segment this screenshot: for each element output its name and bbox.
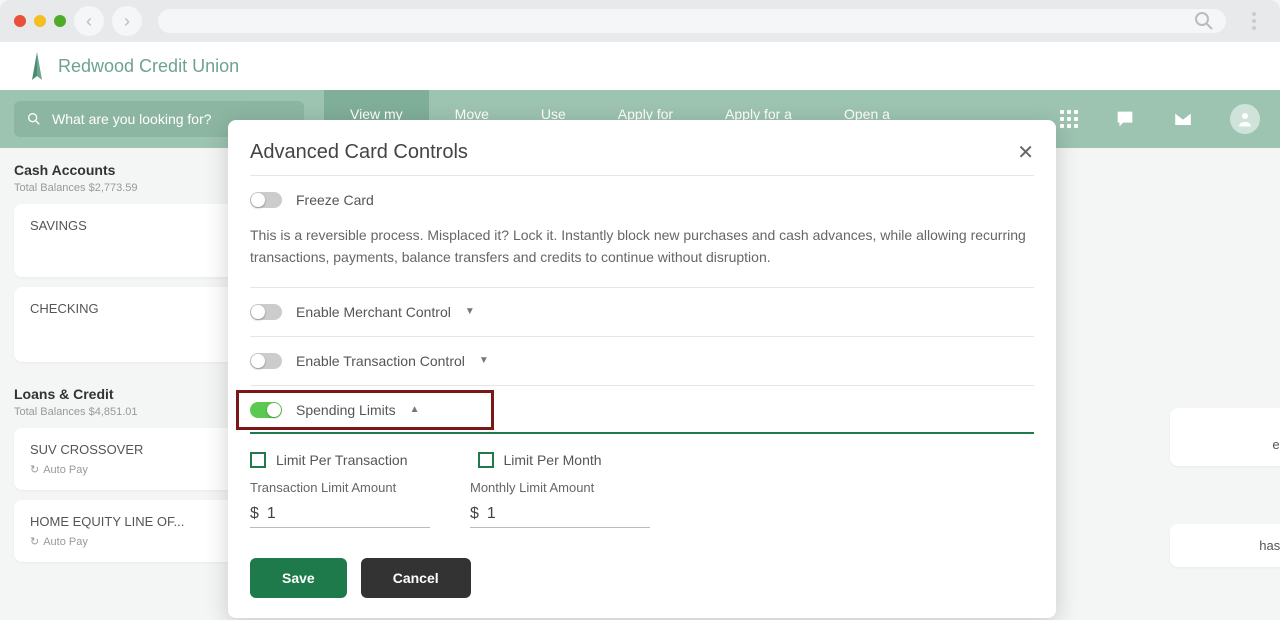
chevron-down-icon[interactable]: ▼ [465, 306, 475, 317]
back-button[interactable]: ‹ [74, 6, 104, 36]
limit-per-month-label: Limit Per Month [504, 452, 602, 468]
user-icon [1236, 110, 1254, 128]
chevron-down-icon[interactable]: ▼ [479, 355, 489, 366]
browser-menu[interactable] [1242, 12, 1266, 30]
cancel-button[interactable]: Cancel [361, 558, 471, 598]
chevron-up-icon[interactable]: ▲ [410, 404, 420, 415]
spending-limits-toggle[interactable] [250, 402, 282, 418]
merchant-control-label: Enable Merchant Control [296, 304, 451, 320]
right-card-1[interactable]: serts [1170, 408, 1280, 466]
window-controls[interactable] [14, 15, 66, 27]
freeze-card-desc: This is a reversible process. Misplaced … [250, 224, 1034, 287]
save-button[interactable]: Save [250, 558, 347, 598]
avatar[interactable] [1230, 104, 1260, 134]
right-card-2[interactable]: hases [1170, 524, 1280, 567]
mail-icon[interactable] [1172, 108, 1194, 130]
search-icon [1192, 9, 1216, 33]
search-icon [26, 111, 42, 127]
forward-button[interactable]: › [112, 6, 142, 36]
transaction-limit-input[interactable]: $1 [250, 501, 430, 528]
chat-icon[interactable] [1114, 108, 1136, 130]
transaction-limit-label: Transaction Limit Amount [250, 480, 430, 495]
modal-title: Advanced Card Controls [250, 141, 468, 164]
limit-per-month-checkbox[interactable] [478, 452, 494, 468]
merchant-control-toggle[interactable] [250, 304, 282, 320]
freeze-card-toggle[interactable] [250, 192, 282, 208]
advanced-card-controls-modal: Advanced Card Controls ✕ Freeze Card Thi… [228, 120, 1056, 618]
monthly-limit-input[interactable]: $1 [470, 501, 650, 528]
transaction-control-label: Enable Transaction Control [296, 353, 465, 369]
logo-icon [26, 52, 48, 80]
close-icon[interactable]: ✕ [1017, 140, 1034, 165]
freeze-card-label: Freeze Card [296, 192, 374, 208]
url-bar[interactable] [158, 9, 1226, 33]
limit-per-transaction-checkbox[interactable] [250, 452, 266, 468]
spending-limits-label: Spending Limits [296, 402, 396, 418]
monthly-limit-label: Monthly Limit Amount [470, 480, 650, 495]
transaction-control-toggle[interactable] [250, 353, 282, 369]
apps-icon[interactable] [1060, 110, 1078, 128]
brand-name: Redwood Credit Union [58, 56, 239, 77]
limit-per-transaction-label: Limit Per Transaction [276, 452, 408, 468]
